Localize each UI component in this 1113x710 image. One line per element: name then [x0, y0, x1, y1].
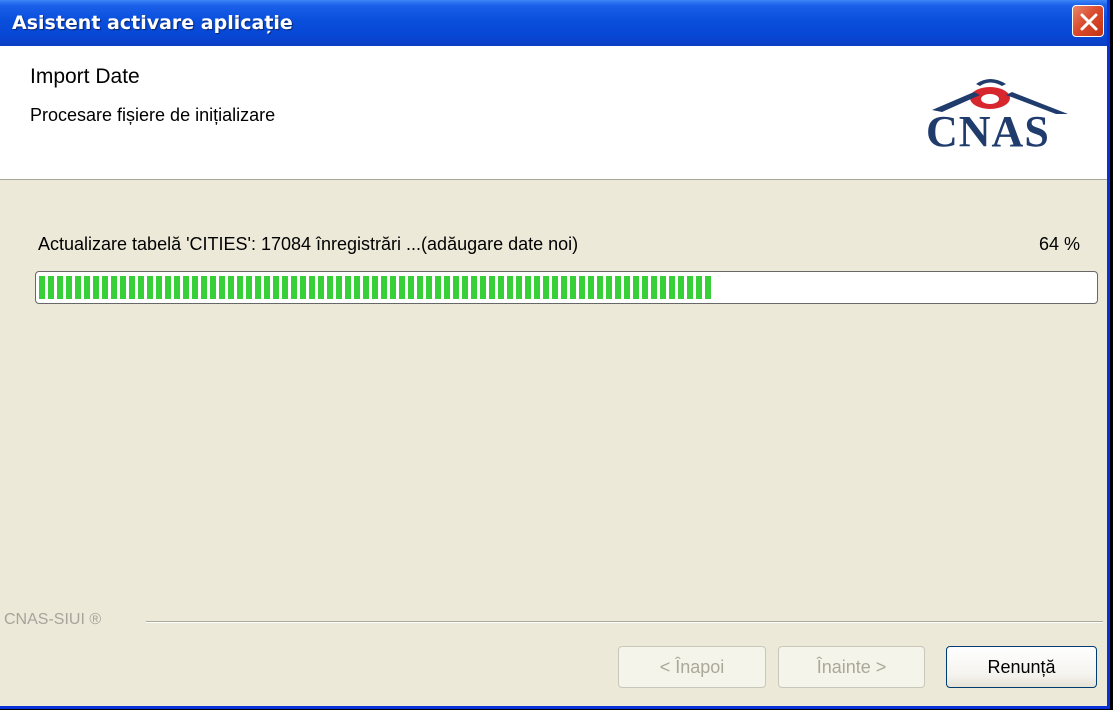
close-button[interactable] [1072, 5, 1104, 37]
wizard-window: Asistent activare aplicație Import Date … [0, 0, 1110, 709]
title-bar[interactable]: Asistent activare aplicație [0, 0, 1107, 46]
cancel-button[interactable]: Renunță [946, 646, 1097, 688]
progress-status: Actualizare tabelă 'CITIES': 17084 înreg… [38, 234, 579, 254]
footer-divider [146, 621, 1103, 623]
cnas-logo: CNAS [918, 76, 1083, 154]
wizard-header: Import Date Procesare fișiere de inițial… [0, 46, 1107, 180]
progress-percent: 64 % [1038, 234, 1080, 254]
page-title: Import Date [30, 65, 140, 88]
progress-fill [39, 276, 715, 299]
next-button[interactable]: Înainte > [778, 646, 925, 688]
back-button[interactable]: < Înapoi [618, 646, 766, 688]
close-icon [1080, 13, 1098, 31]
brand-label: CNAS-SIUI ® [4, 611, 102, 628]
page-subtitle: Procesare fișiere de inițializare [30, 105, 276, 125]
window-title: Asistent activare aplicație [12, 12, 293, 34]
logo-text: CNAS [926, 107, 1050, 156]
progress-bar [35, 271, 1098, 304]
